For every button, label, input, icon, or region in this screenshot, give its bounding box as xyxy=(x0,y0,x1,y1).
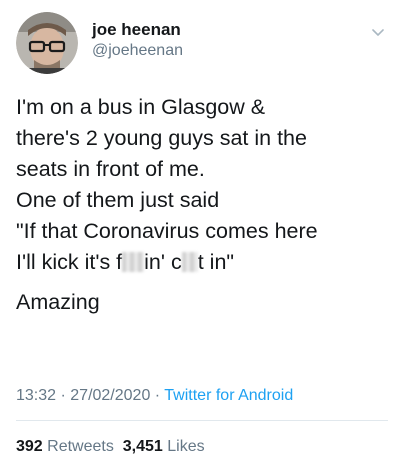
tweet-line: I'm on a bus in Glasgow & xyxy=(16,95,266,119)
tweet-card: joe heenan @joeheenan I'm on a bus in Gl… xyxy=(0,0,400,470)
meta-separator: · xyxy=(150,387,165,404)
user-handle[interactable]: @joeheenan xyxy=(92,40,183,62)
avatar[interactable] xyxy=(16,12,78,74)
censor-blur xyxy=(181,252,198,272)
tweet-meta: 13:32 · 27/02/2020 · Twitter for Android xyxy=(16,385,293,407)
tweet-time[interactable]: 13:32 xyxy=(16,387,56,404)
retweets-label: Retweets xyxy=(47,438,114,455)
tweet-header: joe heenan @joeheenan xyxy=(16,12,386,74)
tweet-line: seats in front of me. xyxy=(16,157,205,181)
censor-blur xyxy=(122,252,145,272)
retweets-count: 392 xyxy=(16,438,43,455)
likes-stat[interactable]: 3,451 Likes xyxy=(123,438,205,455)
tweet-text: I'm on a bus in Glasgow & there's 2 youn… xyxy=(16,92,388,318)
likes-count: 3,451 xyxy=(122,438,163,455)
likes-label: Likes xyxy=(167,438,205,455)
tweet-line: "If that Coronavirus comes here xyxy=(16,219,318,243)
tweet-source-link[interactable]: Twitter for Android xyxy=(164,387,293,404)
tweet-text-part: t in" xyxy=(197,250,235,274)
tweet-line: One of them just said xyxy=(16,188,220,212)
tweet-text-part: in' c xyxy=(144,250,182,274)
display-name[interactable]: joe heenan xyxy=(92,20,183,40)
tweet-text-part: I'll kick it's f xyxy=(16,250,123,274)
tweet-line-censored: I'll kick it's f in' c t in" xyxy=(16,247,388,278)
tweet-stats: 392 Retweets 3,451 Likes xyxy=(16,436,205,458)
retweets-stat[interactable]: 392 Retweets xyxy=(16,438,114,455)
user-avatar-photo xyxy=(16,12,78,74)
tweet-date[interactable]: 27/02/2020 xyxy=(70,387,150,404)
tweet-line: there's 2 young guys sat in the xyxy=(16,126,307,150)
tweet-line: Amazing xyxy=(16,290,100,314)
divider xyxy=(16,420,388,421)
meta-separator: · xyxy=(56,387,71,404)
user-names: joe heenan @joeheenan xyxy=(92,20,183,62)
chevron-down-icon[interactable] xyxy=(370,26,386,38)
